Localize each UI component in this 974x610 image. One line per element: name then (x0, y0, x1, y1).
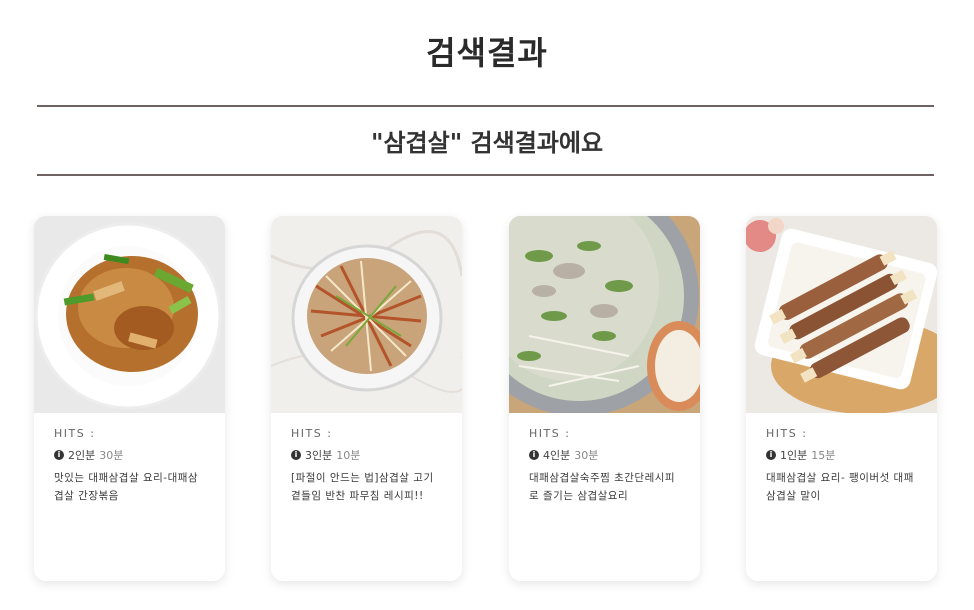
hits-label: HITS : (766, 427, 808, 440)
servings: 1인분 (780, 449, 808, 462)
recipe-image[interactable] (746, 216, 937, 413)
recipe-image[interactable] (34, 216, 225, 413)
recipe-title[interactable]: 대패삼겹살 요리- 팽이버섯 대패삼겹살 말이 (766, 469, 919, 505)
recipe-title[interactable]: 맛있는 대패삼겹살 요리-대패삼겹살 간장볶음 (54, 469, 207, 505)
servings: 2인분 (68, 449, 96, 462)
recipe-meta: i 4인분 30분 (529, 447, 682, 463)
divider-top (37, 105, 934, 107)
info-icon: i (766, 450, 776, 460)
search-result-subtitle: "삼겹살" 검색결과에요 (370, 128, 604, 157)
hits-label: HITS : (291, 427, 333, 440)
recipe-image[interactable] (271, 216, 462, 413)
page-title: 검색결과 (426, 34, 548, 72)
info-icon: i (291, 450, 301, 460)
cook-time: 15분 (811, 449, 836, 462)
recipe-card[interactable]: HITS : i 4인분 30분 대패삼겹살숙주찜 초간단레시피로 즐기는 삼겹… (509, 216, 700, 581)
info-icon: i (529, 450, 539, 460)
recipe-title[interactable]: [파절이 안드는 법]삼겹살 고기 곁들임 반찬 파무침 레시피!! (291, 469, 444, 505)
cook-time: 30분 (574, 449, 599, 462)
info-icon: i (54, 450, 64, 460)
cook-time: 10분 (336, 449, 361, 462)
recipe-card[interactable]: HITS : i 2인분 30분 맛있는 대패삼겹살 요리-대패삼겹살 간장볶음 (34, 216, 225, 581)
divider-bottom (37, 174, 934, 176)
recipe-card[interactable]: HITS : i 3인분 10분 [파절이 안드는 법]삼겹살 고기 곁들임 반… (271, 216, 462, 581)
hits-label: HITS : (54, 427, 96, 440)
recipe-meta: i 1인분 15분 (766, 447, 919, 463)
recipe-meta: i 2인분 30분 (54, 447, 207, 463)
recipe-image[interactable] (509, 216, 700, 413)
servings: 4인분 (543, 449, 571, 462)
recipe-meta: i 3인분 10분 (291, 447, 444, 463)
hits-label: HITS : (529, 427, 571, 440)
recipe-card[interactable]: HITS : i 1인분 15분 대패삼겹살 요리- 팽이버섯 대패삼겹살 말이 (746, 216, 937, 581)
cook-time: 30분 (99, 449, 124, 462)
recipe-title[interactable]: 대패삼겹살숙주찜 초간단레시피로 즐기는 삼겹살요리 (529, 469, 682, 505)
servings: 3인분 (305, 449, 333, 462)
